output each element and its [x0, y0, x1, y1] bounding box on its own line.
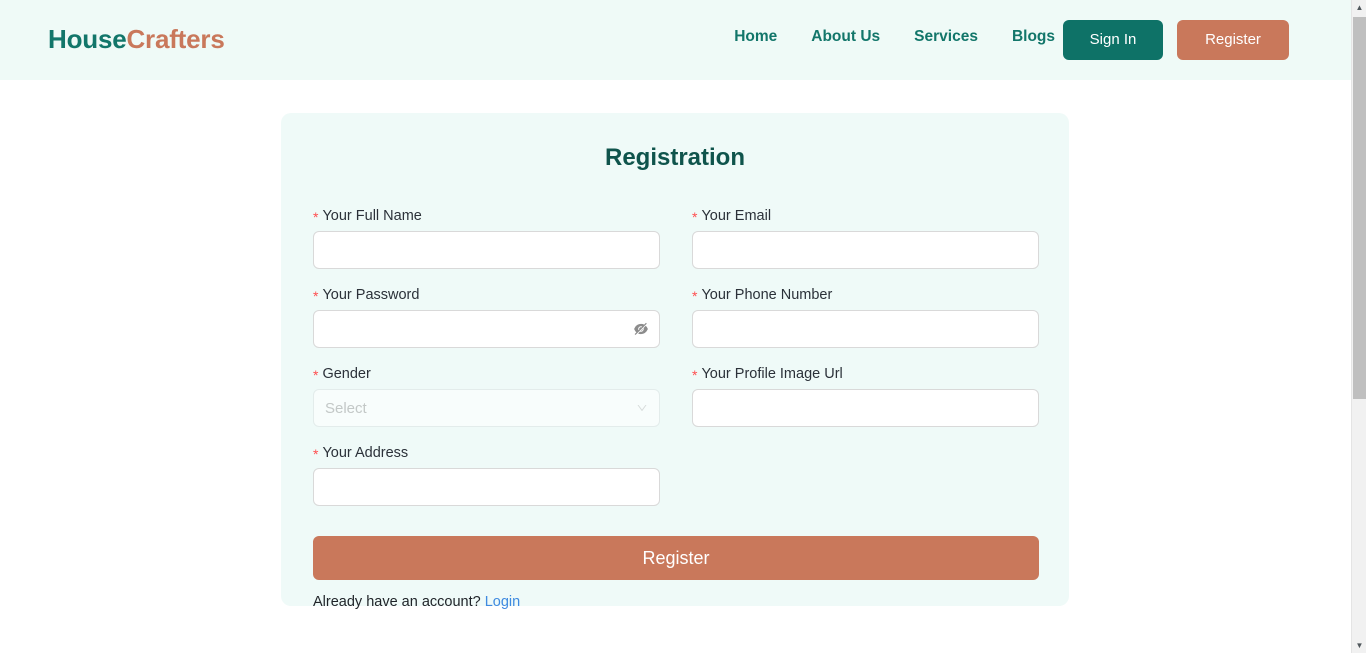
nav-item-about-us[interactable]: About Us [811, 28, 880, 46]
required-asterisk: * [313, 288, 319, 304]
label-address: * Your Address [313, 443, 660, 462]
full-name-input[interactable] [313, 231, 660, 269]
label-text: Gender [322, 366, 371, 382]
field-email: * Your Email [692, 206, 1039, 269]
registration-card: Registration * Your Full Name * Your Email [281, 113, 1069, 610]
label-full-name: * Your Full Name [313, 206, 660, 225]
nav-item-services[interactable]: Services [914, 28, 978, 46]
label-text: Your Password [322, 287, 420, 303]
field-address: * Your Address [313, 443, 660, 506]
page-viewport: HouseCrafters Home About Us Services Blo… [0, 0, 1351, 653]
label-phone: * Your Phone Number [692, 285, 1039, 304]
field-gender: * Gender Select [313, 364, 660, 427]
header-actions: Sign In Register [1063, 20, 1289, 60]
required-asterisk: * [692, 367, 698, 383]
required-asterisk: * [692, 209, 698, 225]
input-wrap-password [313, 310, 660, 348]
eye-invisible-icon[interactable] [633, 321, 649, 337]
scroll-up-arrow-icon[interactable]: ▲ [1352, 0, 1366, 15]
input-wrap-profile-image-url [692, 389, 1039, 427]
sign-in-button[interactable]: Sign In [1063, 20, 1163, 60]
gender-select-value: Select [325, 399, 367, 417]
required-asterisk: * [313, 446, 319, 462]
main-navigation: Home About Us Services Blogs [734, 28, 1055, 46]
register-nav-button[interactable]: Register [1177, 20, 1289, 60]
form-row: * Your Password * Your Phone Number [313, 285, 1039, 364]
label-password: * Your Password [313, 285, 660, 304]
vertical-scrollbar[interactable]: ▲ ▼ [1351, 0, 1366, 653]
brand-logo[interactable]: HouseCrafters [48, 24, 225, 55]
phone-input[interactable] [692, 310, 1039, 348]
label-email: * Your Email [692, 206, 1039, 225]
required-asterisk: * [692, 288, 698, 304]
label-text: Your Full Name [322, 208, 422, 224]
scroll-down-arrow-icon[interactable]: ▼ [1352, 638, 1366, 653]
label-profile-image-url: * Your Profile Image Url [692, 364, 1039, 383]
scrollbar-thumb[interactable] [1353, 17, 1366, 399]
form-row: * Gender Select * Your Profile Image Url [313, 364, 1039, 443]
registration-form: * Your Full Name * Your Email * Your Pas… [313, 206, 1039, 610]
site-header: HouseCrafters Home About Us Services Blo… [0, 0, 1351, 80]
email-input[interactable] [692, 231, 1039, 269]
register-submit-button[interactable]: Register [313, 536, 1039, 580]
password-input[interactable] [313, 310, 660, 348]
login-prompt: Already have an account? Login [313, 594, 1039, 610]
required-asterisk: * [313, 209, 319, 225]
browser-page: HouseCrafters Home About Us Services Blo… [0, 0, 1366, 653]
brand-part-house: House [48, 24, 127, 54]
input-wrap-full-name [313, 231, 660, 269]
field-password: * Your Password [313, 285, 660, 348]
label-text: Your Phone Number [701, 287, 833, 303]
label-gender: * Gender [313, 364, 660, 383]
page-title: Registration [604, 144, 745, 171]
field-full-name: * Your Full Name [313, 206, 660, 269]
field-profile-image-url: * Your Profile Image Url [692, 364, 1039, 427]
chevron-down-icon [637, 405, 647, 411]
label-text: Your Address [322, 445, 409, 461]
label-text: Your Email [701, 208, 772, 224]
input-wrap-address [313, 468, 660, 506]
brand-part-crafters: Crafters [126, 24, 225, 54]
label-text: Your Profile Image Url [701, 366, 843, 382]
nav-item-home[interactable]: Home [734, 28, 777, 46]
form-row: * Your Address [313, 443, 1039, 522]
input-wrap-phone [692, 310, 1039, 348]
gender-select[interactable]: Select [313, 389, 660, 427]
form-row: * Your Full Name * Your Email [313, 206, 1039, 285]
nav-item-blogs[interactable]: Blogs [1012, 28, 1055, 46]
login-prompt-text: Already have an account? [313, 594, 481, 610]
address-input[interactable] [313, 468, 660, 506]
input-wrap-email [692, 231, 1039, 269]
field-phone: * Your Phone Number [692, 285, 1039, 348]
profile-image-url-input[interactable] [692, 389, 1039, 427]
login-link[interactable]: Login [485, 594, 520, 610]
required-asterisk: * [313, 367, 319, 383]
